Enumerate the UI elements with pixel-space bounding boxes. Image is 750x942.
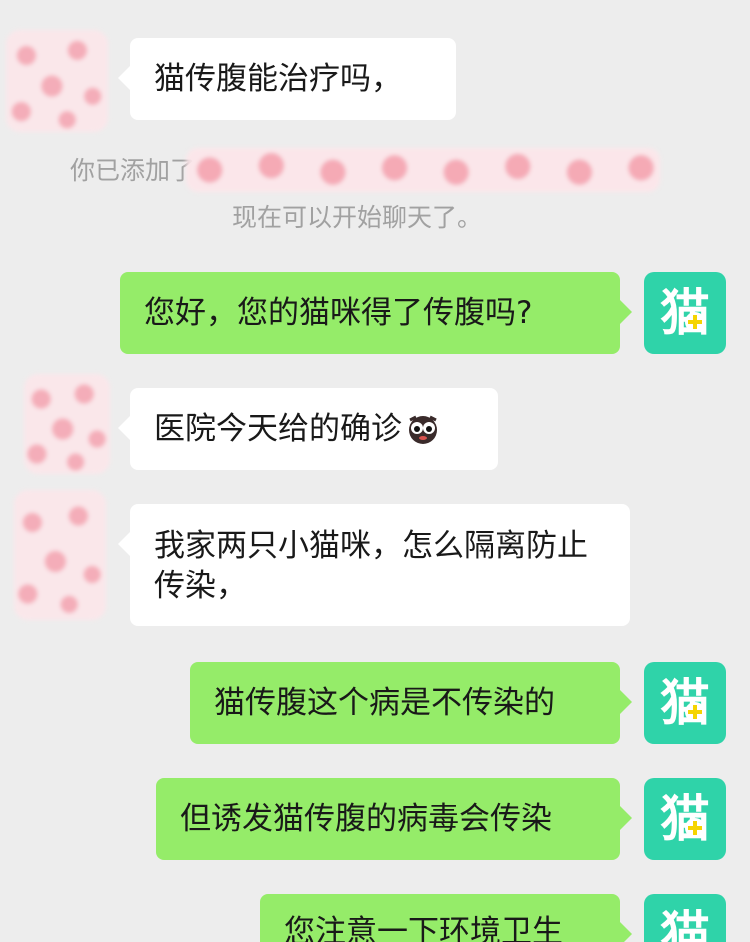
svg-text:猫: 猫 [660, 674, 710, 732]
svg-text:猫: 猫 [660, 284, 710, 342]
crying-face-emoji [409, 415, 437, 444]
self-avatar[interactable]: 猫 [644, 662, 726, 744]
cat-plus-icon: 猫 [660, 284, 710, 342]
message-text: 您好，您的猫咪得了传腹吗? [144, 295, 533, 331]
message-text: 您注意一下环境卫生 [284, 914, 563, 942]
cat-plus-icon: 猫 [660, 674, 710, 732]
message-text: 我家两只小猫咪，怎么隔离防止传染， [154, 528, 588, 604]
message-bubble[interactable]: 猫传腹这个病是不传染的 [190, 662, 632, 744]
system-notice-line1: 你已添加了 [70, 156, 196, 185]
self-avatar[interactable]: 猫 [644, 272, 726, 354]
contact-avatar[interactable] [6, 30, 108, 132]
self-avatar[interactable]: 猫 [644, 894, 726, 942]
message-bubble[interactable]: 但诱发猫传腹的病毒会传染 [156, 778, 632, 860]
contact-avatar[interactable] [14, 490, 106, 620]
redacted-contact-name [186, 148, 660, 192]
message-bubble[interactable]: 猫传腹能治疗吗， [118, 38, 456, 120]
system-notice-line2: 现在可以开始聊天了。 [232, 203, 483, 232]
message-bubble[interactable]: 您注意一下环境卫生 [260, 894, 632, 942]
message-bubble[interactable]: 医院今天给的确诊 [118, 388, 498, 470]
message-text: 但诱发猫传腹的病毒会传染 [180, 801, 552, 837]
self-avatar[interactable]: 猫 [644, 778, 726, 860]
message-bubble[interactable]: 您好，您的猫咪得了传腹吗? [120, 272, 632, 354]
contact-avatar[interactable] [24, 374, 110, 474]
svg-text:猫: 猫 [660, 790, 710, 848]
svg-text:猫: 猫 [660, 906, 710, 942]
message-text: 医院今天给的确诊 [154, 411, 402, 447]
cat-plus-icon: 猫 [660, 906, 710, 942]
message-text: 猫传腹能治疗吗， [154, 61, 402, 97]
cat-plus-icon: 猫 [660, 790, 710, 848]
message-text: 猫传腹这个病是不传染的 [214, 685, 555, 721]
message-bubble[interactable]: 我家两只小猫咪，怎么隔离防止传染， [118, 504, 630, 626]
